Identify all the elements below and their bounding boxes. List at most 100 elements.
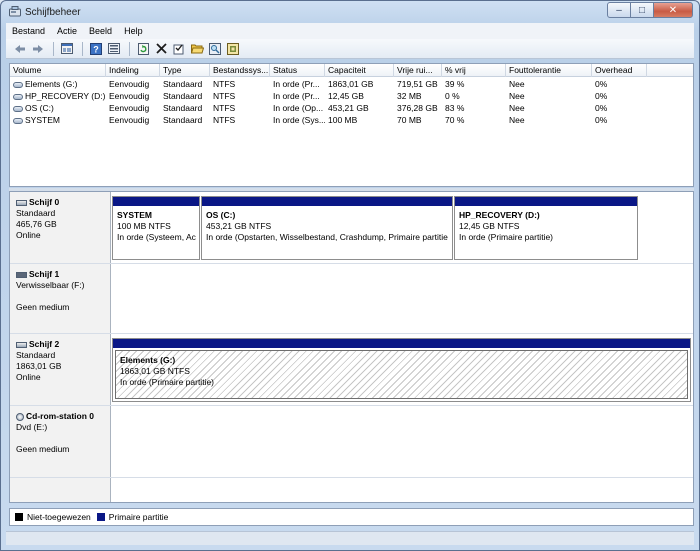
volume-percent-free: 70 % (445, 115, 465, 125)
search-button[interactable] (207, 41, 223, 57)
properties-button[interactable] (59, 41, 75, 57)
hard-disk-icon (16, 341, 27, 348)
settings-button[interactable] (225, 41, 241, 57)
disk-name: Cd-rom-station 0 (26, 411, 94, 421)
partition-hp-recovery-d[interactable]: HP_RECOVERY (D:) 12,45 GB NTFS In orde (… (454, 196, 638, 260)
volume-filesystem: NTFS (213, 115, 236, 125)
partition-system[interactable]: SYSTEM 100 MB NTFS In orde (Systeem, Ac (112, 196, 200, 260)
forward-button[interactable] (30, 41, 46, 57)
help-button[interactable]: ? (88, 41, 104, 57)
volume-overhead: 0% (595, 103, 608, 113)
menu-actie[interactable]: Actie (57, 26, 77, 36)
column-header-percent-vrij[interactable]: % vrij (442, 64, 506, 77)
volume-list: Volume Indeling Type Bestandssys... Stat… (9, 63, 694, 187)
disk-row-schijf-2[interactable]: Schijf 2 Standaard 1863,01 GB Online Ele… (10, 334, 693, 406)
column-header-vrije-ruimte[interactable]: Vrije rui... (394, 64, 442, 77)
close-button[interactable]: ✕ (653, 2, 693, 18)
column-header-type[interactable]: Type (160, 64, 210, 77)
open-folder-button[interactable] (189, 41, 205, 57)
window-title: Schijfbeheer (25, 7, 81, 18)
view-icon (108, 43, 120, 54)
column-header-indeling[interactable]: Indeling (106, 64, 160, 77)
disk-name: Schijf 0 (29, 197, 60, 207)
volume-row[interactable]: HP_RECOVERY (D:) Eenvoudig Standaard NTF… (10, 90, 693, 102)
refresh-icon (137, 42, 149, 55)
column-header-volume[interactable]: Volume (10, 64, 106, 77)
partition-name: Elements (G:) (120, 355, 176, 365)
column-header-fouttolerantie[interactable]: Fouttolerantie (506, 64, 592, 77)
volume-type: Standaard (163, 103, 203, 113)
disk-info[interactable]: Schijf 0 Standaard 465,76 GB Online (10, 192, 111, 263)
title-bar[interactable]: Schijfbeheer ‒ □ ✕ (1, 1, 699, 23)
volume-name: Elements (G:) (25, 79, 78, 89)
primary-partition-bar (113, 339, 690, 348)
volume-row[interactable]: SYSTEM Eenvoudig Standaard NTFS In orde … (10, 114, 693, 126)
volume-fault-tolerance: Nee (509, 103, 525, 113)
column-header-overhead[interactable]: Overhead (592, 64, 647, 77)
volume-free-space: 719,51 GB (397, 79, 438, 89)
toolbar-separator (82, 41, 83, 56)
partition-selected-area: Elements (G:) 1863,01 GB NTFS In orde (P… (115, 350, 688, 399)
primary-partition-bar (455, 197, 637, 206)
partition-size: 1863,01 GB NTFS (120, 366, 190, 376)
volume-row[interactable]: Elements (G:) Eenvoudig Standaard NTFS I… (10, 78, 693, 90)
disk-type: Standaard (16, 350, 56, 360)
volume-layout: Eenvoudig (109, 91, 150, 101)
menu-bestand[interactable]: Bestand (12, 26, 45, 36)
properties-icon (61, 43, 73, 54)
back-button[interactable] (12, 41, 28, 57)
legend-label-primary: Primaire partitie (108, 512, 169, 522)
partition-size: 12,45 GB NTFS (459, 221, 520, 231)
volume-capacity: 100 MB (328, 115, 358, 125)
legend-label-unallocated: Niet-toegewezen (27, 512, 91, 522)
view-button[interactable] (106, 41, 122, 57)
svg-text:?: ? (93, 44, 99, 54)
cd-rom-icon (16, 412, 24, 421)
partition-os-c[interactable]: OS (C:) 453,21 GB NTFS In orde (Opstarte… (201, 196, 453, 260)
minimize-button[interactable]: ‒ (607, 2, 631, 18)
disk-row-cd-rom-station-0[interactable]: Cd-rom-station 0 Dvd (E:) Geen medium (10, 406, 693, 478)
disk-graphical-view: Schijf 0 Standaard 465,76 GB Online SYST… (9, 191, 694, 503)
disk-info[interactable]: Cd-rom-station 0 Dvd (E:) Geen medium (10, 406, 111, 477)
volume-status: In orde (Op... (273, 103, 324, 113)
partition-name: SYSTEM (117, 210, 152, 220)
partition-size: 453,21 GB NTFS (206, 221, 272, 231)
disk-status: Geen medium (16, 444, 70, 454)
partition-elements-g[interactable]: Elements (G:) 1863,01 GB NTFS In orde (P… (112, 338, 691, 402)
volume-row[interactable]: OS (C:) Eenvoudig Standaard NTFS In orde… (10, 102, 693, 114)
menu-beeld[interactable]: Beeld (89, 26, 112, 36)
disk-row-schijf-1[interactable]: Schijf 1 Verwisselbaar (F:) Geen medium (10, 264, 693, 334)
disk-row-schijf-0[interactable]: Schijf 0 Standaard 465,76 GB Online SYST… (10, 192, 693, 264)
column-header-capaciteit[interactable]: Capaciteit (325, 64, 394, 77)
forward-arrow-icon (33, 44, 43, 53)
delete-button[interactable] (153, 41, 169, 57)
menu-help[interactable]: Help (124, 26, 143, 36)
maximize-button[interactable]: □ (630, 2, 654, 18)
hard-disk-icon (16, 199, 27, 206)
volume-free-space: 376,28 GB (397, 103, 438, 113)
volume-layout: Eenvoudig (109, 79, 150, 89)
volume-layout: Eenvoudig (109, 115, 150, 125)
volume-percent-free: 0 % (445, 91, 460, 101)
volume-name: SYSTEM (25, 115, 60, 125)
disk-info[interactable]: Schijf 2 Standaard 1863,01 GB Online (10, 334, 111, 405)
open-folder-icon (190, 44, 204, 54)
checklist-button[interactable] (171, 41, 187, 57)
refresh-button[interactable] (135, 41, 151, 57)
disk-label-column-filler (10, 478, 111, 502)
disk-info[interactable]: Schijf 1 Verwisselbaar (F:) Geen medium (10, 264, 111, 333)
volume-list-header: Volume Indeling Type Bestandssys... Stat… (10, 64, 693, 77)
maximize-icon: □ (638, 4, 646, 16)
column-header-status[interactable]: Status (270, 64, 325, 77)
volume-capacity: 1863,01 GB (328, 79, 374, 89)
volume-fault-tolerance: Nee (509, 115, 525, 125)
disk-size: 1863,01 GB (16, 361, 62, 371)
volume-overhead: 0% (595, 79, 608, 89)
legend-swatch-primary (96, 513, 105, 521)
volume-name: HP_RECOVERY (D:) (25, 91, 106, 101)
column-header-bestandssysteem[interactable]: Bestandssys... (210, 64, 270, 77)
window-controls: ‒ □ ✕ (607, 2, 693, 18)
volume-type: Standaard (163, 115, 203, 125)
primary-partition-bar (113, 197, 199, 206)
partition-status: In orde (Primaire partitie) (459, 232, 554, 242)
